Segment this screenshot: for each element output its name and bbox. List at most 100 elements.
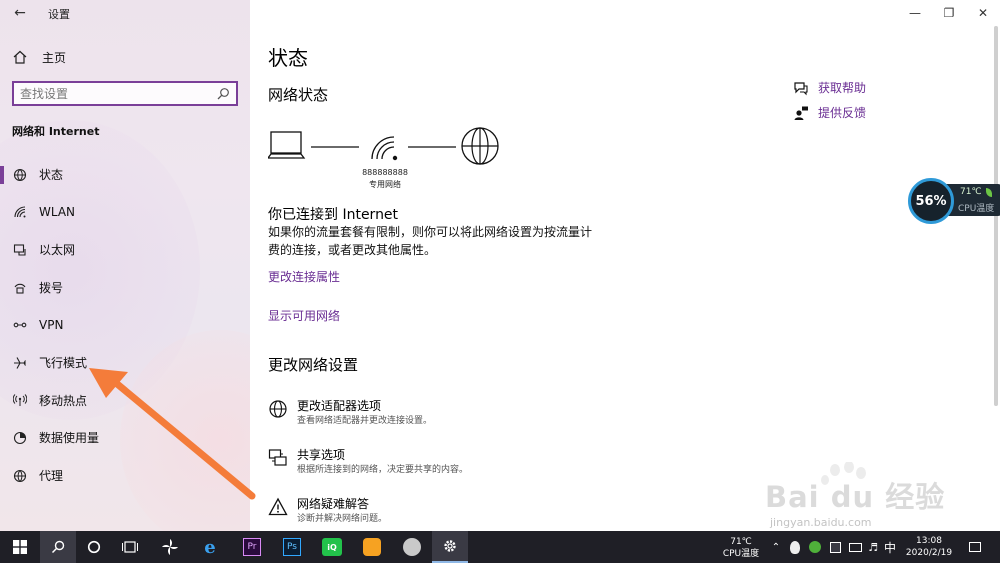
premiere-icon: Pr [243, 538, 261, 556]
sidebar-item-hotspot[interactable]: 移动热点 [0, 382, 250, 420]
watermark-url: jingyan.baidu.com [770, 516, 872, 529]
sidebar-item-dialup[interactable]: 拨号 [0, 269, 250, 307]
give-feedback-link[interactable]: 提供反馈 [793, 104, 866, 121]
sidebar-item-label: 代理 [39, 469, 64, 484]
sharing-icon [268, 449, 287, 466]
taskbar-search-button[interactable] [40, 531, 76, 563]
task-view-icon [122, 541, 138, 553]
search-icon[interactable] [216, 87, 230, 101]
sidebar-item-ethernet[interactable]: 以太网 [0, 231, 250, 269]
tray-network-icon[interactable] [826, 531, 844, 563]
tray-temp-label: CPU温度 [722, 549, 760, 559]
sidebar-item-proxy[interactable]: 代理 [0, 457, 250, 495]
search-icon [51, 540, 65, 554]
back-arrow-icon[interactable]: ← [10, 4, 30, 22]
sidebar-item-label: 移动热点 [39, 393, 88, 408]
cpu-monitor-widget[interactable]: 56% 71℃ CPU温度 [908, 176, 1000, 224]
start-button[interactable] [0, 531, 40, 563]
home-label: 主页 [42, 50, 67, 65]
sidebar-item-wlan[interactable]: WLAN [0, 194, 250, 232]
network-name-block: 888888888 专用网络 [348, 167, 422, 191]
notifications-icon[interactable] [962, 531, 988, 563]
sidebar-item-data-usage[interactable]: 数据使用量 [0, 419, 250, 457]
taskbar-app-uc[interactable] [352, 531, 392, 563]
get-help-label: 获取帮助 [818, 81, 867, 95]
search-box[interactable] [12, 81, 238, 106]
iqiyi-icon: iQ [322, 538, 342, 556]
tray-qq-icon[interactable] [786, 531, 804, 563]
vpn-icon [12, 317, 28, 333]
feedback-person-icon [794, 106, 808, 120]
get-help-link[interactable]: 获取帮助 [793, 79, 866, 96]
internet-globe-icon [461, 127, 499, 165]
taskbar-app-settings[interactable] [432, 531, 468, 563]
restore-icon[interactable]: ❐ [932, 0, 966, 26]
hotspot-icon [12, 392, 28, 408]
tray-green-app-icon[interactable] [806, 531, 824, 563]
sidebar-item-label: 以太网 [39, 243, 76, 258]
option-desc: 诊断并解决网络问题。 [297, 514, 388, 524]
wifi-signal-icon [371, 136, 398, 161]
globe-icon [12, 468, 28, 484]
show-available-networks-link[interactable]: 显示可用网络 [268, 307, 340, 324]
task-view-button[interactable] [112, 531, 148, 563]
ime-indicator[interactable]: 中 [880, 531, 900, 563]
tray-keyboard-icon[interactable] [846, 531, 864, 563]
change-connection-properties-link[interactable]: 更改连接属性 [268, 268, 340, 285]
network-name: 888888888 [362, 168, 408, 177]
tray-clock[interactable]: 13:08 2020/2/19 [900, 535, 958, 559]
pinwheel-icon [162, 539, 178, 555]
cpu-usage-circle: 56% [908, 178, 954, 224]
ie-icon: e [204, 536, 216, 558]
option-title: 网络疑难解答 [297, 497, 370, 511]
tray-overflow-chevron-icon[interactable]: ⌃ [768, 531, 784, 563]
sidebar-item-label: 状态 [39, 168, 64, 183]
taskbar-app-ie[interactable]: e [190, 531, 230, 563]
sidebar-item-label: 拨号 [39, 281, 64, 296]
uc-browser-icon [363, 538, 381, 556]
option-troubleshoot[interactable]: 网络疑难解答 诊断并解决网络问题。 [268, 496, 387, 526]
gear-icon [444, 540, 456, 552]
network-type: 专用网络 [369, 180, 401, 189]
cortana-circle-icon [87, 540, 101, 554]
option-sharing[interactable]: 共享选项 根据所连接到的网络，决定要共享的内容。 [268, 447, 468, 477]
clock-time: 13:08 [916, 536, 942, 546]
window-controls: — ❐ ✕ [898, 0, 1000, 26]
sidebar-nav: 状态 WLAN 以太网 拨号 VPN 飞行模式 移动热点 数据使用量 代理 [0, 156, 250, 494]
sidebar-item-label: WLAN [39, 205, 76, 220]
watermark-text: Bai du 经验 [765, 480, 946, 514]
minimize-icon[interactable]: — [898, 0, 932, 26]
main-content: — ❐ ✕ 状态 网络状态 888888888 专用网络 你已连接到 Inter… [250, 0, 1000, 531]
cpu-usage-value: 56% [915, 193, 947, 209]
adapter-globe-icon [269, 400, 287, 418]
taskbar-app-feather[interactable] [392, 531, 432, 563]
wifi-icon [12, 204, 28, 220]
sidebar-home[interactable]: 主页 [12, 46, 66, 68]
taskbar-app-premiere[interactable]: Pr [232, 531, 272, 563]
taskbar: e Pr Ps iQ 71℃ CPU温度 ⌃ ♬ 中 13:08 2020/2/… [0, 531, 1000, 563]
page-title: 状态 [268, 46, 308, 70]
cpu-temp-value: 71℃ [960, 187, 982, 197]
option-desc: 查看网络适配器并更改连接设置。 [297, 416, 433, 426]
ethernet-icon [12, 242, 28, 258]
sidebar-item-label: 数据使用量 [39, 431, 100, 446]
dialup-icon [12, 280, 28, 296]
give-feedback-label: 提供反馈 [818, 106, 867, 120]
tray-cpu-temp[interactable]: 71℃ CPU温度 [716, 536, 766, 560]
taskbar-app-photoshop[interactable]: Ps [272, 531, 312, 563]
sidebar-item-vpn[interactable]: VPN [0, 306, 250, 344]
search-input[interactable] [20, 86, 216, 101]
sidebar-item-airplane-mode[interactable]: 飞行模式 [0, 344, 250, 382]
taskbar-app-iqiyi[interactable]: iQ [312, 531, 352, 563]
close-icon[interactable]: ✕ [966, 0, 1000, 26]
warning-icon [268, 497, 288, 516]
windows-logo-icon [13, 540, 27, 554]
sidebar-item-label: 飞行模式 [39, 356, 88, 371]
app-title: 设置 [48, 8, 70, 21]
taskbar-app-pinwheel[interactable] [150, 531, 190, 563]
option-adapter[interactable]: 更改适配器选项 查看网络适配器并更改连接设置。 [268, 398, 432, 428]
cortana-button[interactable] [76, 531, 112, 563]
change-network-settings-title: 更改网络设置 [268, 356, 359, 374]
connection-description: 如果你的流量套餐有限制，则你可以将此网络设置为按流量计费的连接，或者更改其他属性… [268, 225, 593, 257]
sidebar-item-status[interactable]: 状态 [0, 156, 250, 194]
